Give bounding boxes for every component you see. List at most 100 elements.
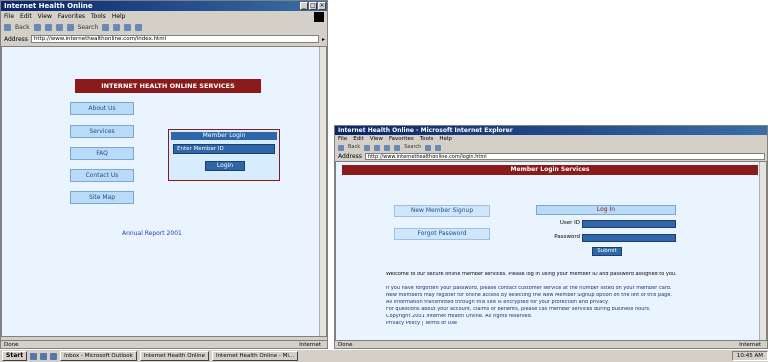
menu-favorites[interactable]: Favorites xyxy=(58,12,85,21)
home-icon[interactable] xyxy=(394,144,401,151)
desktop: Internet Health Online _ □ × File Edit V… xyxy=(0,0,768,362)
ie-launch-icon[interactable] xyxy=(40,352,48,360)
right-menu-bar: File Edit View Favorites Tools Help xyxy=(335,135,767,143)
left-login-box: Member Login Enter Member ID Login xyxy=(168,129,280,181)
left-status-zone: Internet xyxy=(299,342,321,348)
menu-help[interactable]: Help xyxy=(439,135,452,143)
menu-edit[interactable]: Edit xyxy=(353,135,364,143)
left-status-bar: Done Internet xyxy=(1,340,327,348)
go-icon[interactable]: ▸ xyxy=(322,36,325,43)
print-icon[interactable] xyxy=(435,144,442,151)
right-status-text: Done xyxy=(338,342,353,348)
menu-file[interactable]: File xyxy=(338,135,347,143)
favorites-icon[interactable] xyxy=(425,144,432,151)
body-line-1: Welcome to our secure online member serv… xyxy=(386,272,677,277)
left-toolbar: Back Search xyxy=(1,22,311,33)
left-browser-window: Internet Health Online _ □ × File Edit V… xyxy=(0,0,328,349)
right-page-header: Member Login Services xyxy=(342,165,758,175)
print-icon[interactable] xyxy=(135,24,143,31)
outlook-launch-icon[interactable] xyxy=(50,352,58,360)
menu-view[interactable]: View xyxy=(38,12,52,21)
mail-icon[interactable] xyxy=(124,24,132,31)
left-scrollbar[interactable] xyxy=(319,47,326,336)
left-page-viewport: INTERNET HEALTH ONLINE SERVICES About Us… xyxy=(1,46,327,337)
back-icon[interactable] xyxy=(338,144,344,151)
nav-site-map[interactable]: Site Map xyxy=(70,191,134,204)
right-scrollbar[interactable] xyxy=(759,162,766,340)
menu-file[interactable]: File xyxy=(4,12,14,21)
close-icon[interactable]: × xyxy=(318,2,326,10)
show-desktop-icon[interactable] xyxy=(30,352,38,360)
nav-about-us[interactable]: About Us xyxy=(70,102,134,115)
left-page-header: INTERNET HEALTH ONLINE SERVICES xyxy=(75,79,261,93)
menu-tools[interactable]: Tools xyxy=(91,12,106,21)
user-id-field[interactable] xyxy=(582,220,676,228)
right-page-viewport: Member Login Services New Member Signup … xyxy=(335,161,767,341)
right-title-bar[interactable]: Internet Health Online - Microsoft Inter… xyxy=(335,126,767,135)
nav-faq[interactable]: FAQ xyxy=(70,147,134,160)
menu-edit[interactable]: Edit xyxy=(20,12,32,21)
left-title-bar[interactable]: Internet Health Online xyxy=(1,1,327,11)
refresh-icon[interactable] xyxy=(384,144,391,151)
password-label: Password xyxy=(554,234,580,240)
address-input[interactable]: http://www.internethealthonline.com/inde… xyxy=(30,35,319,43)
submit-button[interactable]: Submit xyxy=(592,247,622,256)
password-field[interactable] xyxy=(582,234,676,242)
menu-help[interactable]: Help xyxy=(112,12,126,21)
back-icon[interactable] xyxy=(4,24,11,31)
right-login-title: Log In xyxy=(536,205,676,215)
address-input[interactable]: http://www.internethealthonline.com/logi… xyxy=(364,152,765,160)
annual-report-link[interactable]: Annual Report 2001 xyxy=(122,230,182,237)
left-status-text: Done xyxy=(4,342,19,348)
left-window-title: Internet Health Online xyxy=(4,2,93,10)
start-button[interactable]: Start xyxy=(2,351,28,361)
nav-services[interactable]: Services xyxy=(70,125,134,138)
home-icon[interactable] xyxy=(66,24,74,31)
right-status-zone: Internet xyxy=(739,342,761,348)
body-line-7: Copyright 2001 Internet Health Online. A… xyxy=(386,314,533,319)
right-window-title: Internet Health Online - Microsoft Inter… xyxy=(338,127,513,134)
toolbar-search[interactable]: Search xyxy=(78,22,99,33)
stop-icon[interactable] xyxy=(374,144,381,151)
taskbar: Start Inbox - Microsoft Outlook Internet… xyxy=(0,349,768,362)
left-login-button[interactable]: Login xyxy=(205,161,245,171)
address-label: Address xyxy=(4,35,28,43)
body-line-6: For questions about your account, claims… xyxy=(386,307,651,312)
menu-favorites[interactable]: Favorites xyxy=(389,135,414,143)
toolbar-search[interactable]: Search xyxy=(404,143,421,152)
stop-icon[interactable] xyxy=(44,24,52,31)
toolbar-back[interactable]: Back xyxy=(15,22,30,33)
system-tray-clock: 10:45 AM xyxy=(731,351,768,361)
nav-new-member-signup[interactable]: New Member Signup xyxy=(394,205,490,217)
body-line-5: All information transmitted through this… xyxy=(386,300,609,305)
maximize-icon[interactable]: □ xyxy=(309,2,317,10)
right-browser-window: Internet Health Online - Microsoft Inter… xyxy=(334,125,768,349)
task-outlook[interactable]: Inbox - Microsoft Outlook xyxy=(60,351,137,361)
history-icon[interactable] xyxy=(113,24,121,31)
menu-view[interactable]: View xyxy=(370,135,383,143)
body-line-4: New members may register for online acce… xyxy=(386,293,672,298)
left-menu-bar: File Edit View Favorites Tools Help xyxy=(1,12,327,21)
task-browser-2[interactable]: Internet Health Online - Mi... xyxy=(211,351,299,361)
right-toolbar: Back Search xyxy=(335,143,767,152)
refresh-icon[interactable] xyxy=(55,24,63,31)
right-address-bar: Address http://www.internethealthonline.… xyxy=(335,152,765,160)
body-line-3: If you have forgotten your password, ple… xyxy=(386,286,672,291)
toolbar-back[interactable]: Back xyxy=(348,143,360,152)
address-label: Address xyxy=(338,152,362,160)
favorites-icon[interactable] xyxy=(102,24,110,31)
right-status-bar: Done Internet xyxy=(335,340,767,348)
body-line-8[interactable]: Privacy Policy | Terms of Use xyxy=(386,321,716,326)
left-address-bar: Address http://www.internethealthonline.… xyxy=(1,34,325,44)
ie-logo-icon xyxy=(314,12,324,22)
nav-contact-us[interactable]: Contact Us xyxy=(70,169,134,182)
left-window-controls: _ □ × xyxy=(300,2,326,10)
task-browser-1[interactable]: Internet Health Online xyxy=(139,351,209,361)
minimize-icon[interactable]: _ xyxy=(300,2,308,10)
left-login-title: Member Login xyxy=(171,132,277,140)
forward-icon[interactable] xyxy=(364,144,371,151)
forward-icon[interactable] xyxy=(33,24,41,31)
menu-tools[interactable]: Tools xyxy=(420,135,434,143)
member-id-field[interactable]: Enter Member ID xyxy=(173,144,275,154)
nav-forgot-password[interactable]: Forgot Password xyxy=(394,228,490,240)
